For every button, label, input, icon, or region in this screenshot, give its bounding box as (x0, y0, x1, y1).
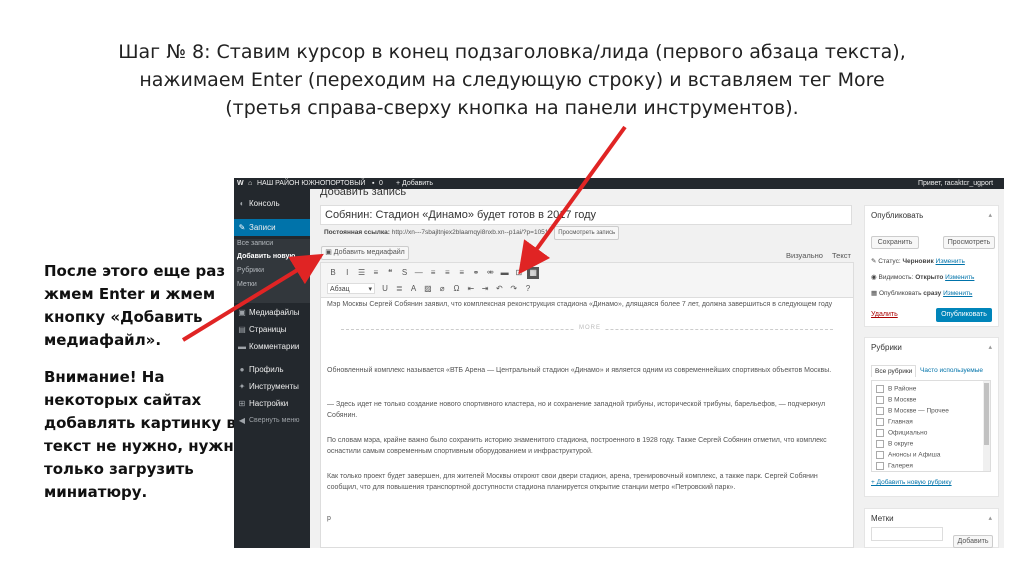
arrow-to-add-media (181, 253, 324, 342)
annotation-arrows (181, 125, 627, 342)
arrow-to-more-button (518, 125, 627, 275)
